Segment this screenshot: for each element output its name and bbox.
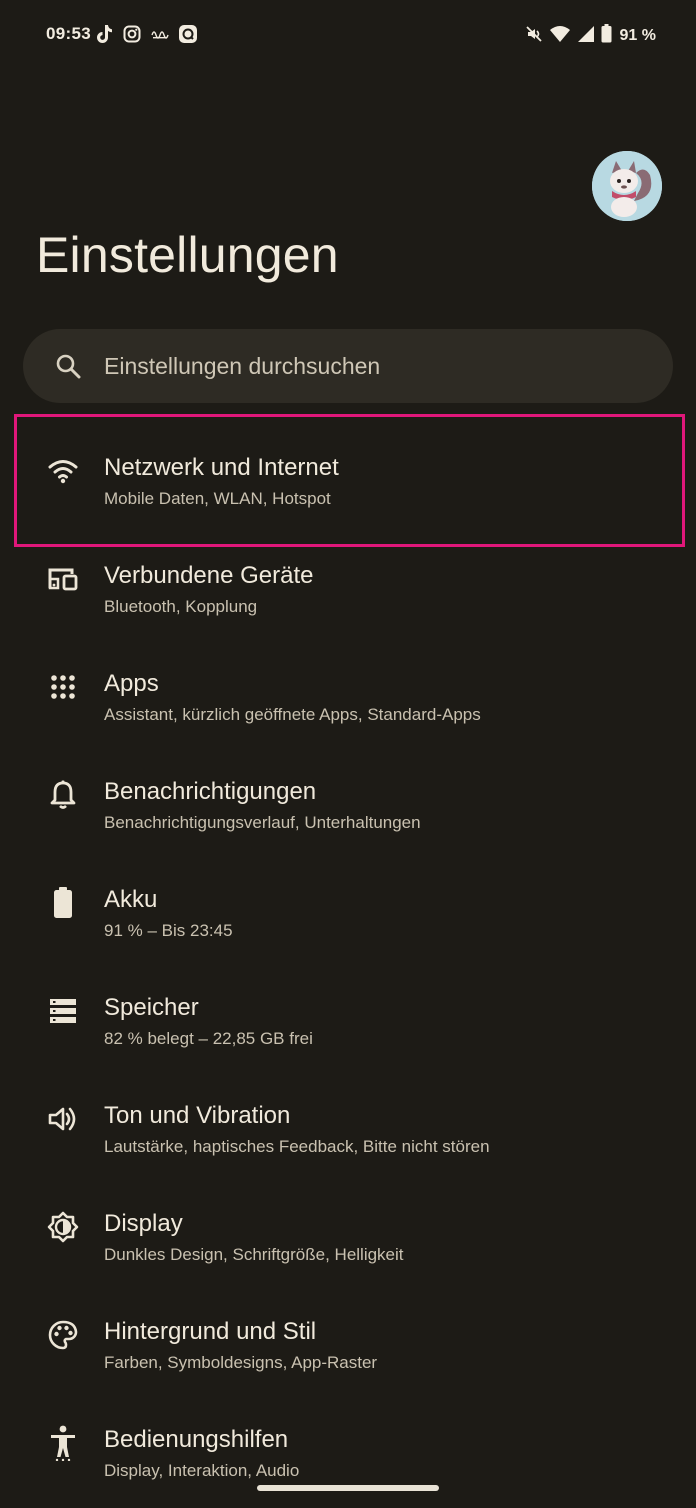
- apps-grid-icon: [44, 668, 82, 706]
- settings-item-title: Netzwerk und Internet: [104, 454, 339, 481]
- search-bar[interactable]: Einstellungen durchsuchen: [23, 329, 673, 403]
- battery-percentage: 91 %: [619, 27, 656, 44]
- settings-item-storage[interactable]: Speicher 82 % belegt – 22,85 GB frei: [0, 954, 696, 1062]
- notification-icons: [94, 24, 198, 44]
- settings-item-battery[interactable]: Akku 91 % – Bis 23:45: [0, 846, 696, 954]
- settings-item-accessibility[interactable]: Bedienungshilfen Display, Interaktion, A…: [0, 1386, 696, 1494]
- system-status-icons: 91 %: [525, 24, 656, 48]
- palette-icon: [44, 1316, 82, 1354]
- settings-item-subtitle: Display, Interaktion, Audio: [104, 1461, 300, 1480]
- status-bar: 09:53 91 %: [0, 0, 696, 70]
- wifi-icon: [44, 452, 82, 490]
- settings-item-title: Speicher: [104, 994, 199, 1021]
- settings-item-connected-devices[interactable]: Verbundene Geräte Bluetooth, Kopplung: [0, 522, 696, 630]
- instagram-icon: [122, 24, 142, 44]
- battery-icon: [44, 884, 82, 922]
- account-avatar[interactable]: [592, 151, 662, 221]
- settings-item-subtitle: 82 % belegt – 22,85 GB frei: [104, 1029, 313, 1048]
- gesture-nav-handle[interactable]: [257, 1485, 439, 1491]
- app2-icon: [178, 24, 198, 44]
- avatar-image: [592, 151, 662, 221]
- search-placeholder: Einstellungen durchsuchen: [104, 353, 381, 379]
- settings-item-title: Hintergrund und Stil: [104, 1318, 317, 1345]
- signal-icon: [577, 25, 595, 48]
- display-icon: [44, 1208, 82, 1246]
- settings-item-display[interactable]: Display Dunkles Design, Schriftgröße, He…: [0, 1170, 696, 1278]
- settings-item-title: Verbundene Geräte: [104, 562, 314, 589]
- status-time: 09:53: [46, 24, 91, 43]
- settings-item-title: Apps: [104, 670, 159, 697]
- accessibility-icon: [44, 1424, 82, 1462]
- volume-icon: [44, 1100, 82, 1138]
- settings-item-subtitle: Bluetooth, Kopplung: [104, 597, 258, 616]
- mute-icon: [525, 25, 543, 48]
- tiktok-icon: [94, 24, 114, 44]
- settings-item-wallpaper-style[interactable]: Hintergrund und Stil Farben, Symboldesig…: [0, 1278, 696, 1386]
- bell-icon: [44, 776, 82, 814]
- settings-item-subtitle: Assistant, kürzlich geöffnete Apps, Stan…: [104, 705, 481, 724]
- settings-item-subtitle: Lautstärke, haptisches Feedback, Bitte n…: [104, 1137, 490, 1156]
- wifi-icon: [549, 25, 571, 48]
- settings-item-title: Ton und Vibration: [104, 1102, 291, 1129]
- settings-item-title: Benachrichtigungen: [104, 778, 317, 805]
- settings-item-subtitle: Dunkles Design, Schriftgröße, Helligkeit: [104, 1245, 404, 1264]
- settings-item-notifications[interactable]: Benachrichtigungen Benachrichtigungsverl…: [0, 738, 696, 846]
- settings-item-subtitle: Benachrichtigungsverlauf, Unterhaltungen: [104, 813, 421, 832]
- settings-item-subtitle: Farben, Symboldesigns, App-Raster: [104, 1353, 378, 1372]
- storage-icon: [44, 992, 82, 1030]
- search-icon: [55, 353, 81, 379]
- settings-list: Netzwerk und Internet Mobile Daten, WLAN…: [0, 414, 696, 1494]
- settings-item-sound[interactable]: Ton und Vibration Lautstärke, haptisches…: [0, 1062, 696, 1170]
- settings-item-title: Bedienungshilfen: [104, 1426, 289, 1453]
- battery-icon: [601, 24, 612, 48]
- settings-item-title: Display: [104, 1210, 183, 1237]
- settings-item-network[interactable]: Netzwerk und Internet Mobile Daten, WLAN…: [0, 414, 696, 522]
- settings-item-apps[interactable]: Apps Assistant, kürzlich geöffnete Apps,…: [0, 630, 696, 738]
- settings-item-subtitle: Mobile Daten, WLAN, Hotspot: [104, 489, 331, 508]
- settings-item-subtitle: 91 % – Bis 23:45: [104, 921, 233, 940]
- page-title: Einstellungen: [36, 227, 339, 283]
- connected-devices-icon: [44, 560, 82, 598]
- app-icon: [150, 24, 170, 44]
- settings-item-title: Akku: [104, 886, 158, 913]
